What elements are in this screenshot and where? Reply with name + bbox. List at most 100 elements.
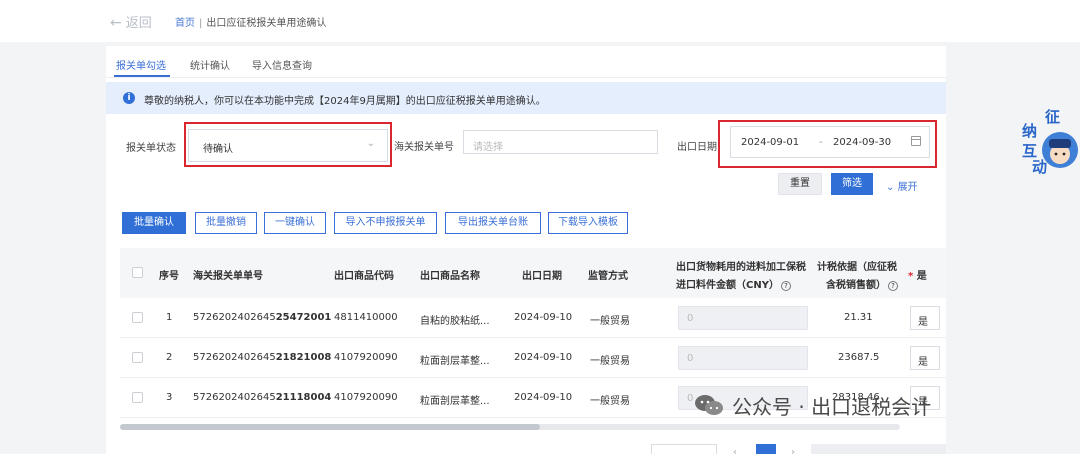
- chevron-down-icon: ⌄: [366, 138, 375, 149]
- interaction-badge[interactable]: 征 纳 互 动: [1020, 106, 1080, 178]
- export-ledger-button[interactable]: 导出报关单台账: [445, 212, 541, 234]
- header-declaration-no: 海关报关单单号: [193, 271, 263, 282]
- date-end: 2024-09-30: [833, 137, 892, 148]
- watermark-text: 公众号 · 出口退税会计: [732, 395, 932, 419]
- flag-select[interactable]: 是: [910, 306, 940, 330]
- cell-goods-code: 4107920090: [334, 392, 398, 403]
- cell-export-date: 2024-09-10: [514, 312, 573, 323]
- amount-placeholder: 0: [687, 393, 694, 404]
- row-checkbox[interactable]: [132, 392, 143, 403]
- breadcrumb: 首页 | 出口应征税报关单用途确认: [175, 14, 326, 29]
- declaration-no-prefix: 5726202402645: [193, 312, 276, 323]
- breadcrumb-home[interactable]: 首页: [175, 18, 195, 29]
- tab-bar: 报关单勾选 统计确认 导入信息查询: [106, 46, 946, 78]
- table-header: 序号 海关报关单单号 出口商品代码 出口商品名称 出口日期 监管方式 出口货物耗…: [120, 248, 946, 298]
- header-amount-line1: 出口货物耗用的进料加工保税: [676, 262, 806, 273]
- flag-select[interactable]: 是: [910, 346, 940, 370]
- wechat-icon: [695, 395, 723, 415]
- import-not-declared-button[interactable]: 导入不申报报关单: [334, 212, 437, 234]
- one-click-confirm-button[interactable]: 一键确认: [264, 212, 326, 234]
- badge-char-1: 征: [1045, 108, 1060, 126]
- next-page-icon[interactable]: ›: [791, 447, 795, 454]
- mascot-icon: 征 纳 互 动: [1022, 108, 1078, 176]
- current-page-button[interactable]: [756, 444, 776, 454]
- badge-char-4: 动: [1032, 158, 1047, 176]
- arrow-left-icon: ←: [110, 15, 122, 31]
- expand-button[interactable]: ⌄ 展开: [886, 178, 918, 193]
- cell-no: 2: [166, 352, 173, 363]
- amount-placeholder: 0: [687, 353, 694, 364]
- status-select[interactable]: 待确认 ⌄: [188, 129, 388, 162]
- tab-statistics-confirm[interactable]: 统计确认: [190, 57, 230, 72]
- header-basis-line1: 计税依据（应征税: [817, 262, 897, 273]
- header-no: 序号: [159, 271, 179, 282]
- table-row[interactable]: 2 572620240264521821008 4107920090 粒面剖层革…: [120, 338, 946, 378]
- horizontal-scrollbar[interactable]: [120, 424, 900, 430]
- expand-label: 展开: [897, 182, 918, 193]
- cell-supervision: 一般贸易: [590, 316, 630, 327]
- back-label: 返回: [125, 16, 152, 31]
- back-button[interactable]: ← 返回: [110, 12, 152, 31]
- tab-declaration-select[interactable]: 报关单勾选: [116, 57, 166, 72]
- cell-declaration-no: 572620240264521821008: [193, 352, 331, 363]
- cell-basis: 21.31: [844, 312, 873, 323]
- cell-declaration-no: 572620240264521118004: [193, 392, 331, 403]
- cell-supervision: 一般贸易: [590, 356, 630, 367]
- status-label: 报关单状态: [126, 143, 176, 154]
- cell-no: 3: [166, 392, 173, 403]
- reset-button[interactable]: 重置: [778, 173, 822, 195]
- cell-goods-name: 粒面剖层革整...: [420, 396, 490, 407]
- declaration-no-prefix: 5726202402645: [193, 352, 276, 363]
- flag-value: 是: [918, 357, 928, 368]
- export-date-label: 出口日期: [677, 142, 717, 153]
- amount-input[interactable]: 0: [678, 346, 808, 370]
- cell-declaration-no: 572620240264525472001: [193, 312, 331, 323]
- active-tab-indicator: [114, 75, 170, 77]
- tab-import-query[interactable]: 导入信息查询: [252, 57, 312, 72]
- amount-input[interactable]: 0: [678, 306, 808, 330]
- declaration-no-suffix: 25472001: [275, 312, 332, 323]
- declaration-no-suffix: 21118004: [275, 392, 332, 403]
- page-jump[interactable]: [811, 444, 946, 454]
- header-basis-line2: 含税销售额）: [826, 280, 886, 291]
- batch-revoke-button[interactable]: 批量撤销: [195, 212, 257, 234]
- header-goods-code: 出口商品代码: [334, 271, 394, 282]
- cell-goods-name: 粒面剖层革整...: [420, 356, 490, 367]
- header-last-label: 是: [916, 271, 927, 282]
- notice-text: 尊敬的纳税人，你可以在本功能中完成【2024年9月属期】的出口应征税报关单用途确…: [144, 96, 546, 107]
- status-select-value: 待确认: [203, 144, 233, 155]
- row-checkbox[interactable]: [132, 312, 143, 323]
- header-basis: 含税销售额）?: [826, 276, 898, 291]
- declaration-no-input[interactable]: 请选择: [463, 130, 658, 154]
- help-icon[interactable]: ?: [780, 281, 791, 291]
- calendar-icon: [911, 136, 921, 146]
- date-separator: -: [819, 137, 823, 148]
- cell-basis: 23687.5: [838, 352, 880, 363]
- cell-export-date: 2024-09-10: [514, 352, 573, 363]
- breadcrumb-current: 出口应征税报关单用途确认: [206, 18, 327, 29]
- cell-supervision: 一般贸易: [590, 396, 630, 407]
- top-bar: ← 返回 首页 | 出口应征税报关单用途确认: [0, 0, 1080, 42]
- batch-confirm-button[interactable]: 批量确认: [122, 212, 186, 234]
- table-row[interactable]: 1 572620240264525472001 4811410000 自粘的胶粘…: [120, 298, 946, 338]
- page-size-select[interactable]: [651, 444, 717, 454]
- badge-char-2: 纳: [1022, 122, 1037, 140]
- search-button[interactable]: 筛选: [831, 173, 873, 195]
- select-all-checkbox[interactable]: [132, 267, 143, 278]
- declaration-no-label: 海关报关单号: [394, 142, 454, 153]
- prev-page-icon[interactable]: ‹: [733, 447, 737, 454]
- cell-goods-code: 4811410000: [334, 312, 398, 323]
- chevron-down-icon: ⌄: [886, 182, 898, 193]
- header-amount-line2: 进口料件金额（CNY）: [676, 280, 779, 291]
- download-template-button[interactable]: 下载导入模板: [548, 212, 628, 234]
- help-icon[interactable]: ?: [888, 281, 898, 291]
- header-supervision: 监管方式: [588, 271, 628, 282]
- flag-value: 是: [918, 317, 928, 328]
- export-date-range[interactable]: 2024-09-01 - 2024-09-30: [730, 126, 930, 158]
- info-icon: i: [123, 92, 135, 104]
- row-checkbox[interactable]: [132, 352, 143, 363]
- amount-placeholder: 0: [687, 313, 694, 324]
- breadcrumb-separator: |: [199, 18, 203, 29]
- scrollbar-thumb[interactable]: [120, 424, 540, 430]
- header-export-date: 出口日期: [522, 271, 562, 282]
